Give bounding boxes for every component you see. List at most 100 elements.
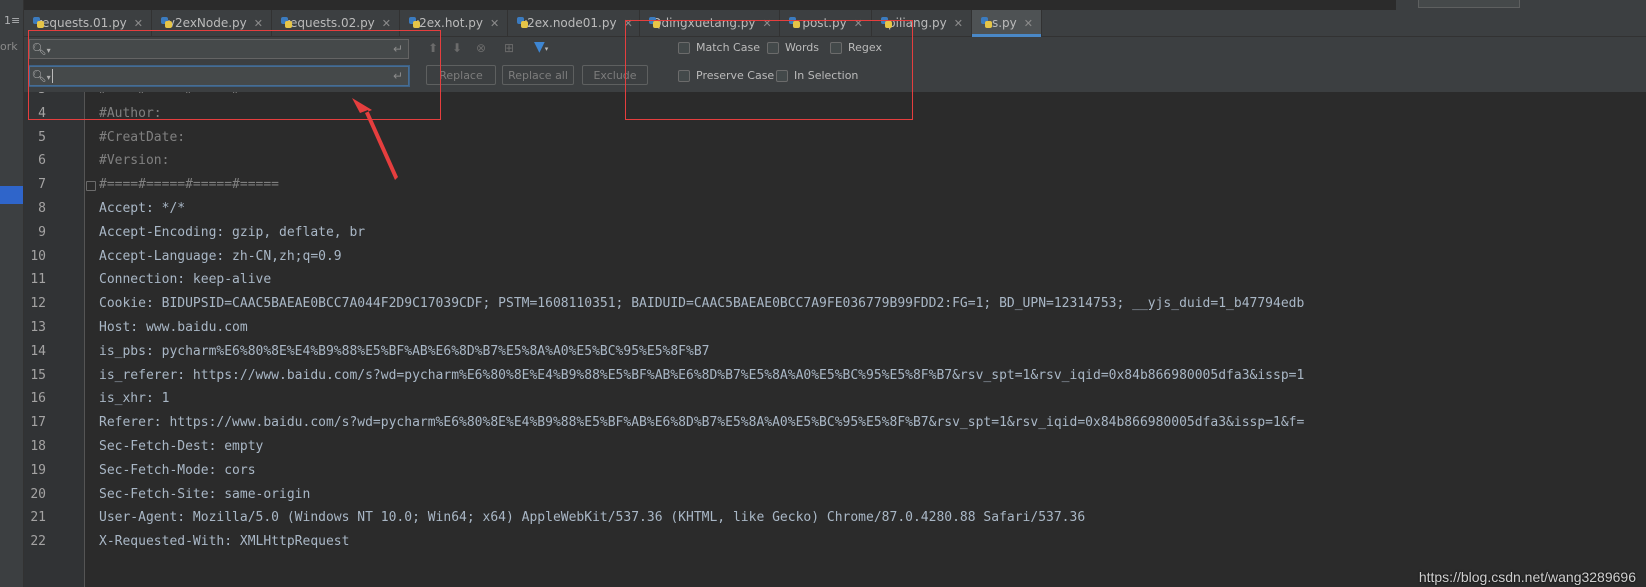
code-line[interactable]: is_pbs: pycharm%E6%80%8E%E4%B9%88%E5%BF%… xyxy=(99,340,709,364)
run-config-box[interactable] xyxy=(1418,0,1520,8)
code-line[interactable]: User-Agent: Mozilla/5.0 (Windows NT 10.0… xyxy=(99,506,1085,530)
replace-all-button[interactable]: Replace all xyxy=(502,65,574,85)
code-line[interactable]: #CreatDate: xyxy=(99,126,185,150)
in-selection-checkbox[interactable] xyxy=(776,69,788,82)
search-input[interactable] xyxy=(52,42,388,56)
line-number: 19 xyxy=(30,462,46,478)
close-tab-icon[interactable]: ✕ xyxy=(382,17,391,30)
code-line[interactable]: #Author: xyxy=(99,102,162,126)
match-case-label: Match Case xyxy=(696,41,760,54)
newline-icon[interactable]: ↵ xyxy=(388,42,408,56)
line-number: 12 xyxy=(30,296,46,312)
line-number: 5 xyxy=(38,129,46,145)
tab-label: Qdingxuetang.py xyxy=(652,16,756,30)
preserve-case-checkbox[interactable] xyxy=(678,69,690,82)
tab-label: s.py xyxy=(991,16,1017,30)
code-line[interactable]: Sec-Fetch-Site: same-origin xyxy=(99,483,310,507)
search-field[interactable]: 🔍︎ ↵ xyxy=(29,39,409,59)
tab-label: requests.01.py xyxy=(37,16,127,30)
side-panel-label[interactable]: ork xyxy=(0,40,18,53)
close-tab-icon[interactable]: ✕ xyxy=(954,17,963,30)
code-editor[interactable]: 3 4 5 6 7 8 9 10 11 12 13 14 15 16 17 18 19 20 21 22 #====#… xyxy=(24,92,1646,587)
code-line[interactable]: Sec-Fetch-Dest: empty xyxy=(99,435,263,459)
newline-icon[interactable]: ↵ xyxy=(388,69,408,83)
close-tab-icon[interactable]: ✕ xyxy=(490,17,499,30)
python-file-icon xyxy=(160,16,172,30)
line-number: 10 xyxy=(30,248,46,264)
python-file-icon xyxy=(280,16,296,30)
words-checkbox[interactable] xyxy=(767,41,779,54)
tab-v2ex-node01-py[interactable]: v2ex.node01.py ✕ xyxy=(508,10,640,36)
code-line[interactable]: #Version: xyxy=(99,149,169,173)
code-line[interactable]: is_xhr: 1 xyxy=(99,387,169,411)
code-line[interactable]: Connection: keep-alive xyxy=(99,268,271,292)
close-tab-icon[interactable]: ✕ xyxy=(1024,17,1033,30)
search-icon[interactable]: 🔍︎ xyxy=(30,42,52,56)
left-tool-strip: 1≡ ork xyxy=(0,0,24,587)
line-number: 3 xyxy=(24,92,46,102)
code-line[interactable]: Accept-Encoding: gzip, deflate, br xyxy=(99,221,365,245)
preserve-case-option[interactable]: Preserve Case xyxy=(678,69,774,82)
editor-tab-bar: requests.01.py ✕ v2exNode.py ✕ requests.02.p… xyxy=(24,10,1646,37)
code-line[interactable]: #====#=====#=====#===== xyxy=(99,92,279,102)
next-occurrence-icon[interactable]: ⬇ xyxy=(452,41,462,55)
code-line[interactable]: X-Requested-With: XMLHttpRequest xyxy=(99,530,349,554)
close-tab-icon[interactable]: ✕ xyxy=(134,17,143,30)
tab-requests-01-py[interactable]: requests.01.py ✕ xyxy=(24,10,152,36)
tab-v2ex-hot-py[interactable]: v2ex.hot.py ✕ xyxy=(400,10,508,36)
line-number: 6 xyxy=(38,153,46,169)
close-tab-icon[interactable]: ✕ xyxy=(254,17,263,30)
code-line[interactable]: Host: www.baidu.com xyxy=(99,316,248,340)
replace-button[interactable]: Replace xyxy=(426,65,496,85)
line-number: 11 xyxy=(30,272,46,288)
structure-icon[interactable]: 1≡ xyxy=(4,14,20,28)
tab-label: v2exNode.py xyxy=(167,16,247,30)
match-case-checkbox[interactable] xyxy=(678,41,690,54)
find-all-icon[interactable]: ⊗ xyxy=(476,41,486,55)
tab-label: post.py xyxy=(802,16,847,30)
replace-input[interactable] xyxy=(53,69,388,83)
tab-piliang-py[interactable]: piliang.py ✕ xyxy=(872,10,972,36)
code-line[interactable]: Accept-Language: zh-CN,zh;q=0.9 xyxy=(99,245,342,269)
in-selection-option[interactable]: In Selection xyxy=(776,69,858,82)
previous-occurrence-icon[interactable]: ⬆ xyxy=(428,41,438,55)
python-file-icon xyxy=(788,16,801,30)
tab-v2exnode-py[interactable]: v2exNode.py ✕ xyxy=(152,10,272,36)
line-number-gutter: 3 4 5 6 7 8 9 10 11 12 13 14 15 16 17 18 19 20 21 22 xyxy=(24,92,85,587)
code-line[interactable]: Referer: https://www.baidu.com/s?wd=pych… xyxy=(99,411,1304,435)
preserve-case-label: Preserve Case xyxy=(696,69,775,82)
watermark: https://blog.csdn.net/wang3289696 xyxy=(1418,569,1636,585)
tab-post-py[interactable]: post.py ✕ xyxy=(780,10,872,36)
regex-option[interactable]: Regex xyxy=(830,41,882,54)
words-label: Words xyxy=(785,41,820,54)
line-number: 16 xyxy=(30,391,46,407)
code-line[interactable]: Sec-Fetch-Mode: cors xyxy=(99,459,256,483)
line-number: 20 xyxy=(30,486,46,502)
tab-requests-02-py[interactable]: requests.02.py ✕ xyxy=(272,10,400,36)
top-right-toolbar xyxy=(1396,0,1646,10)
line-number: 22 xyxy=(30,534,46,550)
python-file-icon xyxy=(32,16,48,30)
code-line[interactable]: Accept: */* xyxy=(99,197,185,221)
python-file-icon xyxy=(880,16,893,30)
tab-s-py[interactable]: s.py ✕ xyxy=(972,10,1042,37)
code-line[interactable]: is_referer: https://www.baidu.com/s?wd=p… xyxy=(99,364,1304,388)
match-case-option[interactable]: Match Case xyxy=(678,41,760,54)
words-option[interactable]: Words xyxy=(767,41,819,54)
exclude-button[interactable]: Exclude xyxy=(582,65,648,85)
select-all-occurrences-icon[interactable]: ⊞ xyxy=(504,41,514,55)
tab-qdingxuetang-py[interactable]: Qdingxuetang.py ✕ xyxy=(640,10,780,36)
code-line[interactable]: #====#=====#=====#===== xyxy=(99,173,279,197)
filter-icon[interactable]: ▼ xyxy=(534,39,548,55)
regex-checkbox[interactable] xyxy=(830,41,842,54)
close-tab-icon[interactable]: ✕ xyxy=(854,17,863,30)
close-tab-icon[interactable]: ✕ xyxy=(763,17,772,30)
close-tab-icon[interactable]: ✕ xyxy=(624,17,633,30)
fold-icon[interactable] xyxy=(86,181,96,192)
tab-label: v2ex.hot.py xyxy=(412,16,484,30)
line-number: 17 xyxy=(30,415,46,431)
replace-field[interactable]: 🔍︎ ↵ xyxy=(29,66,409,86)
code-line[interactable]: Cookie: BIDUPSID=CAAC5BAEAE0BCC7A044F2D9… xyxy=(99,292,1304,316)
replace-search-icon[interactable]: 🔍︎ xyxy=(30,69,52,83)
tab-label: requests.02.py xyxy=(285,16,375,30)
